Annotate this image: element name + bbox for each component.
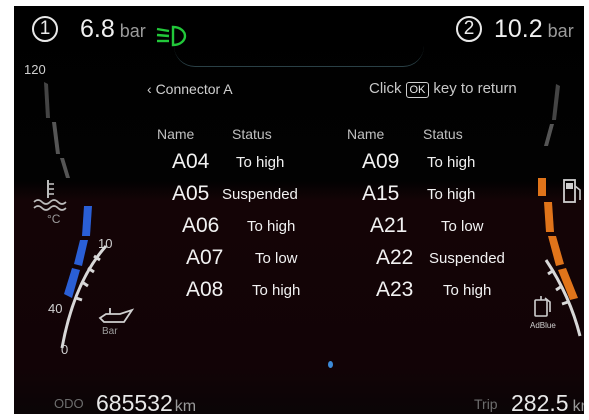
oil-can-icon bbox=[98, 308, 135, 323]
table-row-status: To high bbox=[427, 186, 476, 203]
pressure-circuit-2-badge: 2 bbox=[456, 16, 482, 42]
right-gauge-upper-arc bbox=[544, 84, 560, 146]
trip-unit: km bbox=[572, 398, 584, 414]
back-link-label: Connector A bbox=[155, 81, 233, 97]
table-row-status: Suspended bbox=[222, 186, 298, 203]
table-row-code: A07 bbox=[186, 246, 224, 269]
table-row-status: To high bbox=[427, 154, 476, 171]
oil-pressure-unit: Bar bbox=[102, 326, 118, 337]
adblue-tank-icon bbox=[534, 296, 551, 317]
return-hint-suffix: key to return bbox=[433, 80, 517, 97]
pressure-circuit-1-badge: 1 bbox=[32, 16, 58, 42]
pressure-1-value: 6.8 bbox=[80, 15, 115, 43]
left-name-column-header: Name bbox=[157, 126, 195, 142]
right-name-column-header: Name bbox=[347, 126, 385, 142]
table-row-code: A22 bbox=[376, 246, 414, 269]
back-to-connector-link[interactable]: ‹ Connector A bbox=[147, 81, 233, 97]
trip-value: 282.5 bbox=[511, 390, 569, 414]
table-row-status: To low bbox=[441, 218, 484, 235]
oil-pressure-tick-40: 40 bbox=[48, 301, 63, 316]
pressure-circuit-1-number: 1 bbox=[39, 18, 51, 39]
return-hint-prefix: Click bbox=[369, 80, 402, 97]
table-row-code: A23 bbox=[376, 278, 414, 301]
table-row-code: A08 bbox=[186, 278, 224, 301]
odometer-unit: km bbox=[174, 398, 197, 414]
table-row-code: A05 bbox=[172, 182, 210, 205]
trip-label: Trip bbox=[474, 396, 498, 412]
table-row-code: A06 bbox=[182, 214, 220, 237]
low-beam-headlight-icon bbox=[156, 25, 187, 47]
pressure-2-unit: bar bbox=[547, 21, 574, 41]
trip-readout: 282.5km bbox=[511, 390, 584, 414]
dashboard-screen: 1 6.8 bar 2 10.2 bar ‹ Connector A Click OK… bbox=[14, 6, 584, 414]
table-row-status: Suspended bbox=[429, 250, 505, 267]
pressure-1-unit: bar bbox=[119, 21, 146, 41]
right-status-column-header: Status bbox=[423, 126, 463, 142]
pressure-circuit-2-readout: 10.2 bar bbox=[494, 15, 574, 44]
page-indicator-dot bbox=[328, 361, 333, 368]
temp-tick-120: 120 bbox=[24, 62, 46, 77]
table-row-code: A15 bbox=[362, 182, 400, 205]
ok-key-badge[interactable]: OK bbox=[405, 82, 430, 98]
adblue-label: AdBlue bbox=[530, 321, 556, 330]
table-row-status: To high bbox=[247, 218, 296, 235]
odometer-value: 685532 bbox=[96, 390, 173, 414]
temp-gauge-upper-arc bbox=[44, 82, 70, 178]
left-status-column-header: Status bbox=[232, 126, 272, 142]
table-row-status: To high bbox=[443, 282, 492, 299]
table-row-status: To high bbox=[236, 154, 285, 171]
chevron-left-icon: ‹ bbox=[147, 81, 152, 97]
table-row-status: To high bbox=[252, 282, 301, 299]
top-arc-divider bbox=[174, 46, 424, 67]
return-hint: Click OK key to return bbox=[369, 80, 517, 98]
oil-pressure-tick-0: 0 bbox=[61, 342, 69, 357]
pressure-2-value: 10.2 bbox=[494, 15, 543, 43]
odometer-label: ODO bbox=[54, 396, 84, 411]
table-row-code: A04 bbox=[172, 150, 210, 173]
table-row-status: To low bbox=[255, 250, 298, 267]
table-row-code: A21 bbox=[370, 214, 408, 237]
odometer-readout: 685532 km bbox=[96, 390, 196, 414]
pressure-circuit-2-number: 2 bbox=[463, 18, 475, 39]
pressure-circuit-1-readout: 6.8 bar bbox=[80, 15, 146, 44]
table-row-code: A09 bbox=[362, 150, 400, 173]
